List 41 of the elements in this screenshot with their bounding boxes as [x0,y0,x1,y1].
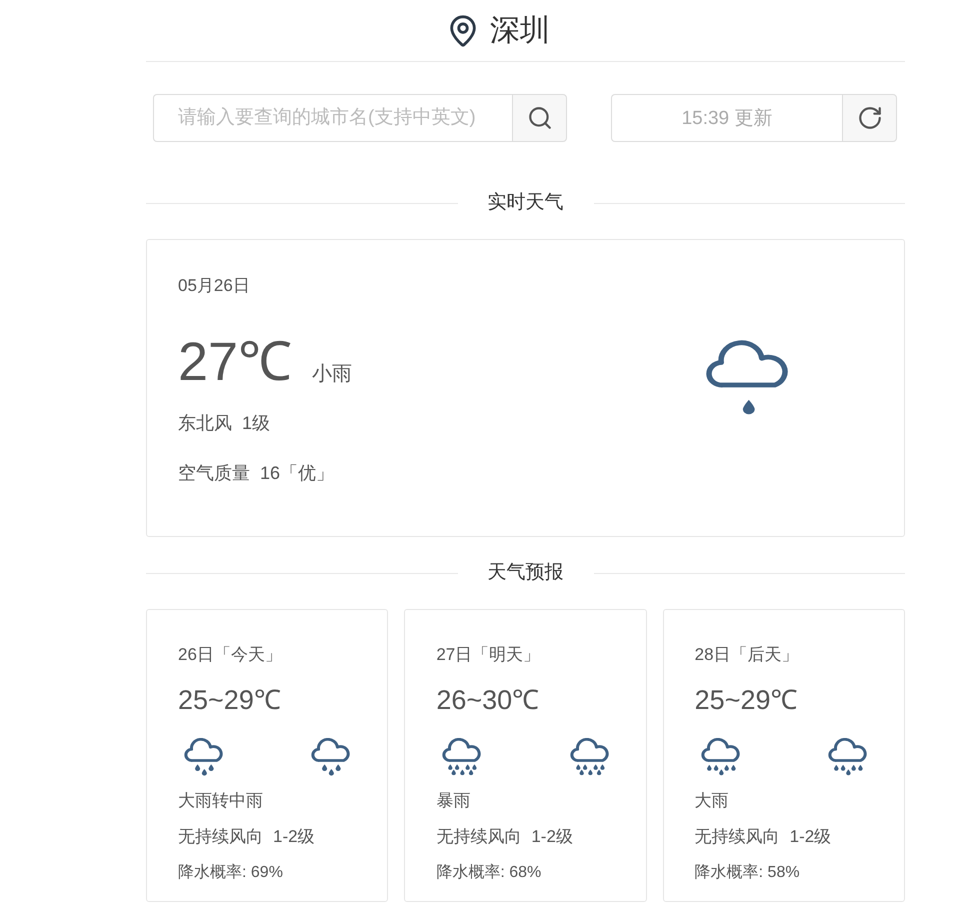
weather-condition: 小雨 [312,362,352,387]
forecast-date: 28日「后天」 [694,645,799,665]
current-date: 05月26日 [178,276,250,296]
wind-direction: 东北风 [178,412,232,434]
air-quality-index: 16「优」 [260,462,334,484]
rain-cloud-icon [311,738,352,776]
rain-cloud-icon [184,738,224,776]
wind-direction: 无持续风向 [694,827,780,847]
temperature-range: 25~29℃ [178,684,281,716]
temperature-range: 26~30℃ [436,684,540,716]
section-title: 实时天气 [488,191,564,215]
precipitation-chance: 降水概率: 58% [694,863,800,883]
rain-cloud-icon [700,738,741,776]
refresh-icon [856,105,882,131]
city-name: 深圳 [490,12,550,48]
update-time-field: 15:39 更新 [611,94,842,142]
rain-cloud-icon [705,340,791,416]
current-temperature: 27℃ [178,334,292,390]
wind-level: 1-2级 [273,827,315,847]
wind-level: 1级 [242,412,270,434]
refresh-button[interactable] [842,94,897,142]
wind-direction: 无持续风向 [436,827,522,847]
precipitation-chance: 降水概率: 69% [178,863,283,883]
air-quality-label: 空气质量 [178,462,250,484]
section-title: 天气预报 [488,561,564,585]
rain-cloud-icon [442,738,482,776]
wind-level: 1-2级 [531,827,573,847]
forecast-condition: 大雨 [694,791,729,811]
rain-cloud-icon [570,738,610,776]
rain-cloud-icon [828,738,868,776]
forecast-condition: 暴雨 [436,791,470,811]
wind-direction: 无持续风向 [178,827,263,847]
forecast-date: 26日「今天」 [178,645,282,665]
search-button[interactable] [512,94,567,142]
forecast-condition: 大雨转中雨 [178,791,263,811]
search-icon [526,105,552,131]
forecast-date: 27日「明天」 [436,645,540,665]
temperature-range: 25~29℃ [694,684,798,716]
precipitation-chance: 降水概率: 68% [436,863,542,883]
city-search-field[interactable]: 请输入要查询的城市名(支持中英文) [153,94,512,142]
wind-level: 1-2级 [790,827,832,847]
